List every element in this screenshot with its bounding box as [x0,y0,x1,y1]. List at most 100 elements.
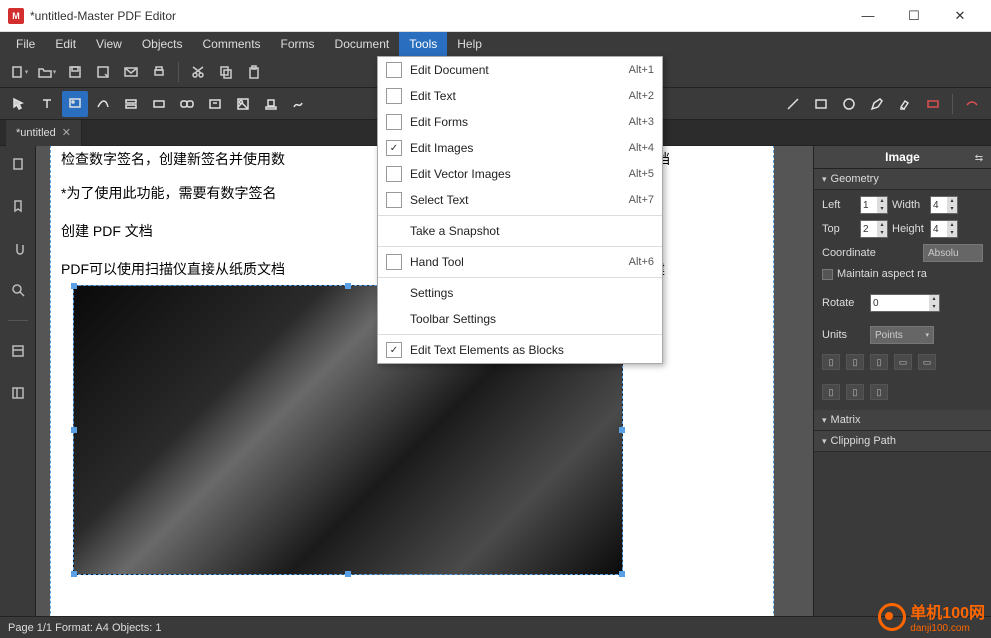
edit-text-tool[interactable] [34,91,60,117]
menu-edit-document[interactable]: Edit DocumentAlt+1 [378,57,662,83]
vector-tool[interactable] [90,91,116,117]
line-annot[interactable] [780,91,806,117]
menu-toolbar-settings[interactable]: Toolbar Settings [378,306,662,332]
align-buttons-2: ▯ ▯ ▯ [822,380,983,404]
menu-snapshot[interactable]: Take a Snapshot [378,218,662,244]
image-tool[interactable] [230,91,256,117]
panel-title: Image [814,146,991,169]
menu-hand-tool[interactable]: Hand ToolAlt+6 [378,249,662,275]
form-tool[interactable] [118,91,144,117]
panel-b[interactable] [6,381,30,405]
rect-annot[interactable] [808,91,834,117]
edit-image-tool[interactable] [62,91,88,117]
menu-settings[interactable]: Settings [378,280,662,306]
layout2-icon [11,386,25,400]
menu-edit[interactable]: Edit [45,32,86,56]
attachments-panel[interactable] [6,236,30,260]
rotate-input[interactable]: 0▴▾ [870,294,940,312]
resize-handle[interactable] [71,571,77,577]
minimize-button[interactable]: — [845,0,891,32]
separator [178,62,179,82]
menu-select-text[interactable]: Select TextAlt+7 [378,187,662,213]
new-button[interactable]: ▾ [6,59,32,85]
inspector-panel: Image ⇆ ▾ Geometry Left 1▴▾ Width 4▴▾ To… [813,146,991,616]
stamp-tool[interactable] [258,91,284,117]
close-button[interactable]: ✕ [937,0,983,32]
highlight-annot[interactable] [892,91,918,117]
aspect-label: Maintain aspect ra [837,268,927,280]
email-button[interactable] [118,59,144,85]
copy-icon [219,65,233,79]
close-tab-icon[interactable]: ✕ [62,126,71,139]
resize-handle[interactable] [619,571,625,577]
menu-edit-blocks[interactable]: ✓Edit Text Elements as Blocks [378,337,662,363]
menu-objects[interactable]: Objects [132,32,193,56]
checkbox-icon [386,62,402,78]
maximize-button[interactable]: ☐ [891,0,937,32]
menu-edit-images[interactable]: ✓Edit ImagesAlt+4 [378,135,662,161]
bookmarks-panel[interactable] [6,194,30,218]
pointer-tool[interactable] [6,91,32,117]
menu-tools[interactable]: Tools [399,32,447,56]
menu-edit-vector[interactable]: Edit Vector ImagesAlt+5 [378,161,662,187]
units-combo[interactable]: Points▾ [870,326,934,344]
resize-handle[interactable] [345,283,351,289]
align-b[interactable]: ▯ [846,384,864,400]
save-as-button[interactable] [90,59,116,85]
align-top[interactable]: ▭ [894,354,912,370]
folder-icon [38,65,52,79]
save-button[interactable] [62,59,88,85]
redact-tool[interactable] [959,91,985,117]
print-button[interactable] [146,59,172,85]
section-geometry[interactable]: ▾ Geometry [814,169,991,190]
doc-tab[interactable]: *untitled ✕ [6,120,82,146]
doc-text: 创建 PDF 文档 [61,221,153,241]
height-input[interactable]: 4▴▾ [930,220,958,238]
section-matrix[interactable]: ▾ Matrix [814,410,991,431]
pencil-annot[interactable] [864,91,890,117]
resize-handle[interactable] [345,571,351,577]
copy-button[interactable] [213,59,239,85]
open-button[interactable]: ▾ [34,59,60,85]
search-panel[interactable] [6,278,30,302]
resize-handle[interactable] [619,427,625,433]
aspect-checkbox[interactable]: Maintain aspect ra [822,268,983,280]
menu-edit-text[interactable]: Edit TextAlt+2 [378,83,662,109]
align-a[interactable]: ▯ [822,384,840,400]
panel-a[interactable] [6,339,30,363]
email-icon [124,65,138,79]
section-label: Clipping Path [831,435,896,447]
top-input[interactable]: 2▴▾ [860,220,888,238]
text-icon [40,97,54,111]
left-input[interactable]: 1▴▾ [860,196,888,214]
signature-tool[interactable] [286,91,312,117]
link-tool[interactable] [174,91,200,117]
resize-handle[interactable] [71,427,77,433]
align-c[interactable]: ▯ [870,384,888,400]
menu-comments[interactable]: Comments [193,32,271,56]
strikeout-annot[interactable] [920,91,946,117]
align-center[interactable]: ▯ [846,354,864,370]
pages-panel[interactable] [6,152,30,176]
align-right[interactable]: ▯ [870,354,888,370]
menu-view[interactable]: View [86,32,132,56]
section-clip[interactable]: ▾ Clipping Path [814,431,991,452]
menu-help[interactable]: Help [447,32,492,56]
form2-tool[interactable] [146,91,172,117]
menu-separator [378,277,662,278]
align-bottom[interactable]: ▭ [918,354,936,370]
menu-document[interactable]: Document [325,32,400,56]
resize-handle[interactable] [71,283,77,289]
menu-forms[interactable]: Forms [271,32,325,56]
coord-combo[interactable]: Absolu [923,244,983,262]
circle-annot[interactable] [836,91,862,117]
align-left[interactable]: ▯ [822,354,840,370]
doc-text: 检查数字签名，创建新签名并使用数 [61,149,285,169]
cut-button[interactable] [185,59,211,85]
menu-file[interactable]: File [6,32,45,56]
width-input[interactable]: 4▴▾ [930,196,958,214]
textbox-tool[interactable] [202,91,228,117]
paste-button[interactable] [241,59,267,85]
pin-button[interactable]: ⇆ [971,150,987,166]
menu-edit-forms[interactable]: Edit FormsAlt+3 [378,109,662,135]
